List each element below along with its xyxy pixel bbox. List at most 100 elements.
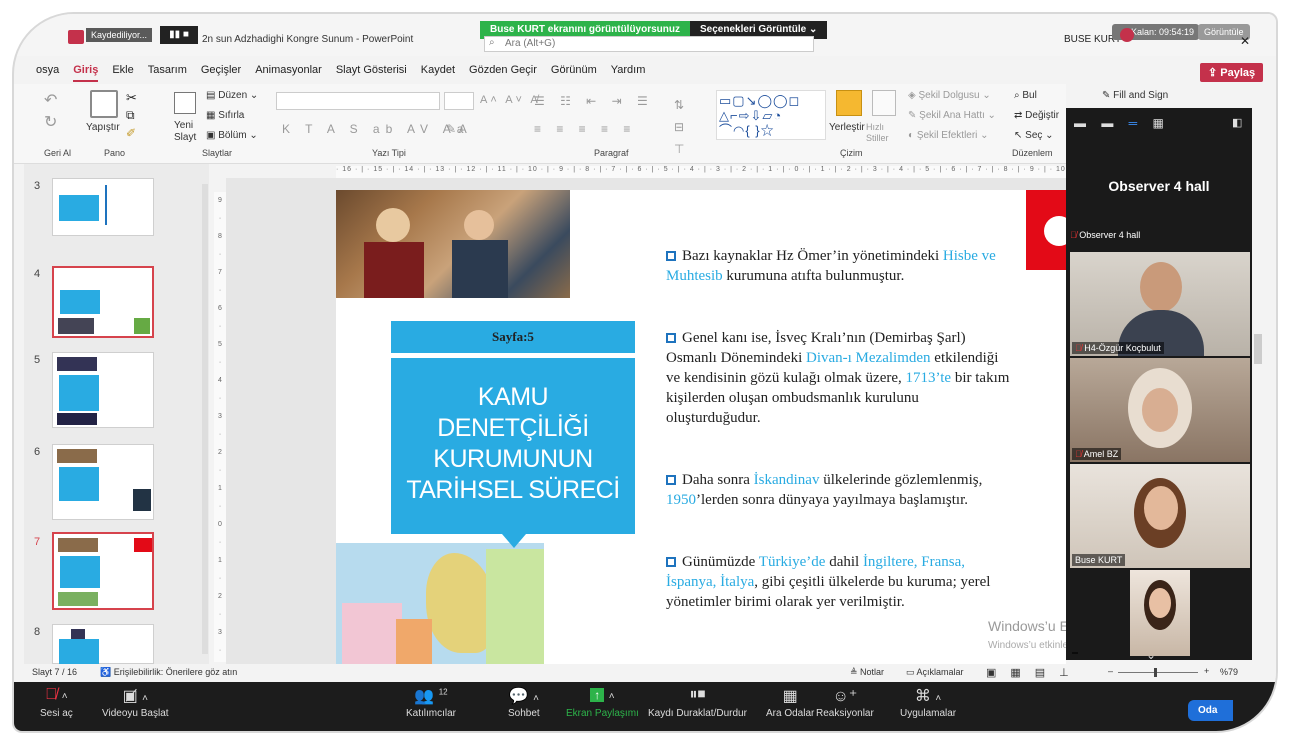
quick-styles-button[interactable]: Hızlı Stiller [866, 122, 900, 144]
font-size-select[interactable] [444, 92, 474, 110]
unmute-button[interactable]: 🎙̸ ˄ Sesi aç [40, 686, 73, 719]
highlight-color-icon[interactable]: ✎ A [446, 122, 467, 136]
participant-video-tile[interactable]: Buse KURT [1070, 464, 1250, 568]
menu-animations[interactable]: Animasyonlar [255, 62, 322, 82]
shapes-gallery[interactable]: ▭▢↘◯◯◻ △⌐⇨⇩▱◔ ⌒◠{ }☆ [716, 90, 826, 140]
paste-icon[interactable] [90, 90, 118, 118]
pause-recording-button[interactable]: ▮▮ ■ [160, 26, 198, 44]
alignment-buttons[interactable]: ≡ ≡ ≡ ≡ ≡ [534, 122, 636, 136]
font-style-buttons[interactable]: K T A S ab AV Aa [282, 122, 469, 136]
menu-home[interactable]: Giriş [73, 62, 99, 82]
format-painter-icon[interactable]: ✐ [126, 126, 136, 140]
menu-review[interactable]: Gözden Geçir [469, 62, 537, 82]
share-screen-button[interactable]: ↑ ˄ Ekran Paylaşımı [566, 686, 639, 719]
redo-icon[interactable]: ↻ [44, 112, 57, 132]
shape-effects-label: Şekil Efektleri [916, 130, 978, 141]
shape-outline-button[interactable]: ✎ Şekil Ana Hattı ⌄ [908, 110, 996, 121]
panel-layout-icon[interactable]: ◧ [1232, 116, 1242, 129]
slide-thumbnail-3[interactable] [52, 178, 154, 236]
menu-help[interactable]: Yardım [611, 62, 646, 82]
menu-record[interactable]: Kaydet [421, 62, 455, 82]
slide-thumbnail-7[interactable] [52, 532, 154, 610]
font-size-buttons[interactable]: A˄ A˅ A̸ [480, 94, 541, 106]
slide-thumbnail-8[interactable] [52, 624, 154, 665]
figure-face [464, 210, 494, 240]
fill-and-sign-button[interactable]: ✎ Fill and Sign [1102, 90, 1168, 101]
breakout-rooms-button[interactable]: ▦ Ara Odalar [766, 686, 814, 719]
reset-button[interactable]: ▦ Sıfırla [206, 110, 244, 121]
drawing-group-label: Çizim [840, 148, 863, 158]
slide-thumbnail-4[interactable] [52, 266, 154, 338]
accessibility-label: Erişilebilirlik: Önerilere göz atın [113, 667, 238, 677]
shape-fill-label: Şekil Dolgusu [918, 90, 980, 101]
menu-file[interactable]: osya [36, 62, 59, 82]
close-icon[interactable]: ✕ [1240, 34, 1250, 48]
accessibility-button[interactable]: ♿ Erişilebilirlik: Önerilere göz atın [100, 667, 237, 678]
unmute-label: Sesi aç [40, 708, 73, 719]
pause-stop-icon: ⏸⏹ [689, 686, 706, 703]
menu-slideshow[interactable]: Slayt Gösterisi [336, 62, 407, 82]
menu-design[interactable]: Tasarım [148, 62, 187, 82]
shape-effects-button[interactable]: ◐ Şekil Efektleri ⌄ [908, 130, 989, 141]
thumb-number: 7 [34, 536, 41, 548]
font-name-select[interactable] [276, 92, 440, 110]
slide-thumbnail-6[interactable] [52, 444, 154, 520]
search-input[interactable]: ⌕ Ara (Alt+G) [484, 36, 814, 52]
section-button[interactable]: ▣ Bölüm ⌄ [206, 130, 258, 141]
participants-button[interactable]: 👥 12 Katılımcılar [406, 686, 456, 719]
apps-button[interactable]: ⌘ ˄ Uygulamalar [900, 686, 956, 719]
turkish-flag-image [1026, 190, 1074, 270]
paste-button[interactable]: Yapıştır [86, 122, 120, 133]
select-button[interactable]: ↖ Seç ⌄ [1014, 130, 1054, 141]
replace-label: Değiştir [1025, 110, 1060, 121]
menu-view[interactable]: Görünüm [551, 62, 597, 82]
thumbnail-scrollbar[interactable] [202, 184, 208, 654]
quick-styles-icon[interactable] [872, 90, 896, 116]
slide-thumbnail-5[interactable] [52, 352, 154, 428]
share-button[interactable]: ⇪ Paylaş [1200, 63, 1264, 82]
chevron-down-icon[interactable]: ⌄ [1146, 648, 1156, 662]
new-slide-button[interactable]: Yeni Slayt [174, 120, 204, 144]
zoom-slider-handle[interactable] [1154, 668, 1157, 677]
view-options-label: Seçenekleri Görüntüle [700, 24, 807, 35]
zoom-out-icon[interactable]: – [1108, 666, 1113, 676]
view-mode-buttons[interactable]: ▣▦▤⊥ [986, 666, 1083, 679]
arrange-button[interactable]: Yerleştir [829, 122, 865, 133]
new-slide-icon[interactable] [174, 92, 196, 114]
find-button[interactable]: ⌕ Bul [1014, 90, 1037, 101]
slide-title: KAMU DENETÇİLİĞİ KURUMUNUN TARİHSEL SÜRE… [391, 358, 635, 534]
chat-button[interactable]: 💬 ˄ Sohbet [508, 686, 540, 719]
active-speaker-tile[interactable]: Observer 4 hall 🎙̸ Observer 4 hall [1066, 138, 1252, 248]
bullet-text: kurumuna atıfta bulunmuştur. [722, 268, 905, 284]
text-direction-icon[interactable]: ⇅ ⊟ ⊤ [674, 94, 684, 160]
layout-button[interactable]: ▤ Düzen ⌄ [206, 90, 258, 101]
copy-icon[interactable]: ⧉ [126, 108, 135, 123]
comments-button[interactable]: ▭ Açıklamalar [906, 667, 964, 678]
reactions-button[interactable]: ☺⁺ Reaksiyonlar [816, 686, 874, 719]
participant-label: 🎙̸ H4-Özgür Koçbulut [1072, 342, 1164, 354]
muted-mic-icon: 🎙̸ ˄ [45, 686, 68, 703]
vertical-ruler: 9·8·7·6·5·4·3·2·1·0·1·2·3·4·5·6·7·8·9 [214, 192, 226, 662]
recording-controls-button[interactable]: ⏸⏹ Kaydı Duraklat/Durdur [648, 686, 747, 719]
zoom-in-icon[interactable]: + [1204, 666, 1209, 676]
arrange-icon[interactable] [836, 90, 862, 116]
panel-view-controls[interactable]: ▬ ▬ ═ ▦ [1074, 116, 1170, 130]
notes-button[interactable]: ≜ Notlar [850, 667, 884, 678]
replace-button[interactable]: ⇄ Değiştir [1014, 110, 1059, 121]
zoom-participant-panel: ▬ ▬ ═ ▦ ◧ Observer 4 hall 🎙̸ Observer 4 … [1066, 108, 1252, 662]
end-meeting-button[interactable]: Oda [1188, 700, 1234, 721]
menu-transitions[interactable]: Geçişler [201, 62, 241, 82]
slide[interactable]: Sayfa:5 KAMU DENETÇİLİĞİ KURUMUNUN TARİH… [336, 190, 1074, 664]
undo-icon[interactable]: ↶ [44, 90, 57, 110]
shape-fill-button[interactable]: ◈ Şekil Dolgusu ⌄ [908, 90, 991, 101]
participant-video-tile[interactable]: 🎙̸ Amel BZ [1070, 358, 1250, 462]
start-video-button[interactable]: ▣̸ ˄ Videoyu Başlat [102, 686, 169, 719]
zoom-level[interactable]: %79 [1220, 667, 1238, 677]
cut-icon[interactable]: ✂ [126, 90, 137, 106]
zoom-slider[interactable] [1118, 672, 1198, 673]
list-buttons[interactable]: ☰ ☷ ⇤ ⇥ ☰ [534, 94, 654, 108]
side-scrollbar[interactable] [1254, 334, 1262, 364]
participant-video-tile[interactable] [1070, 570, 1250, 656]
participant-video-tile[interactable]: 🎙̸ H4-Özgür Koçbulut [1070, 252, 1250, 356]
menu-insert[interactable]: Ekle [112, 62, 133, 82]
